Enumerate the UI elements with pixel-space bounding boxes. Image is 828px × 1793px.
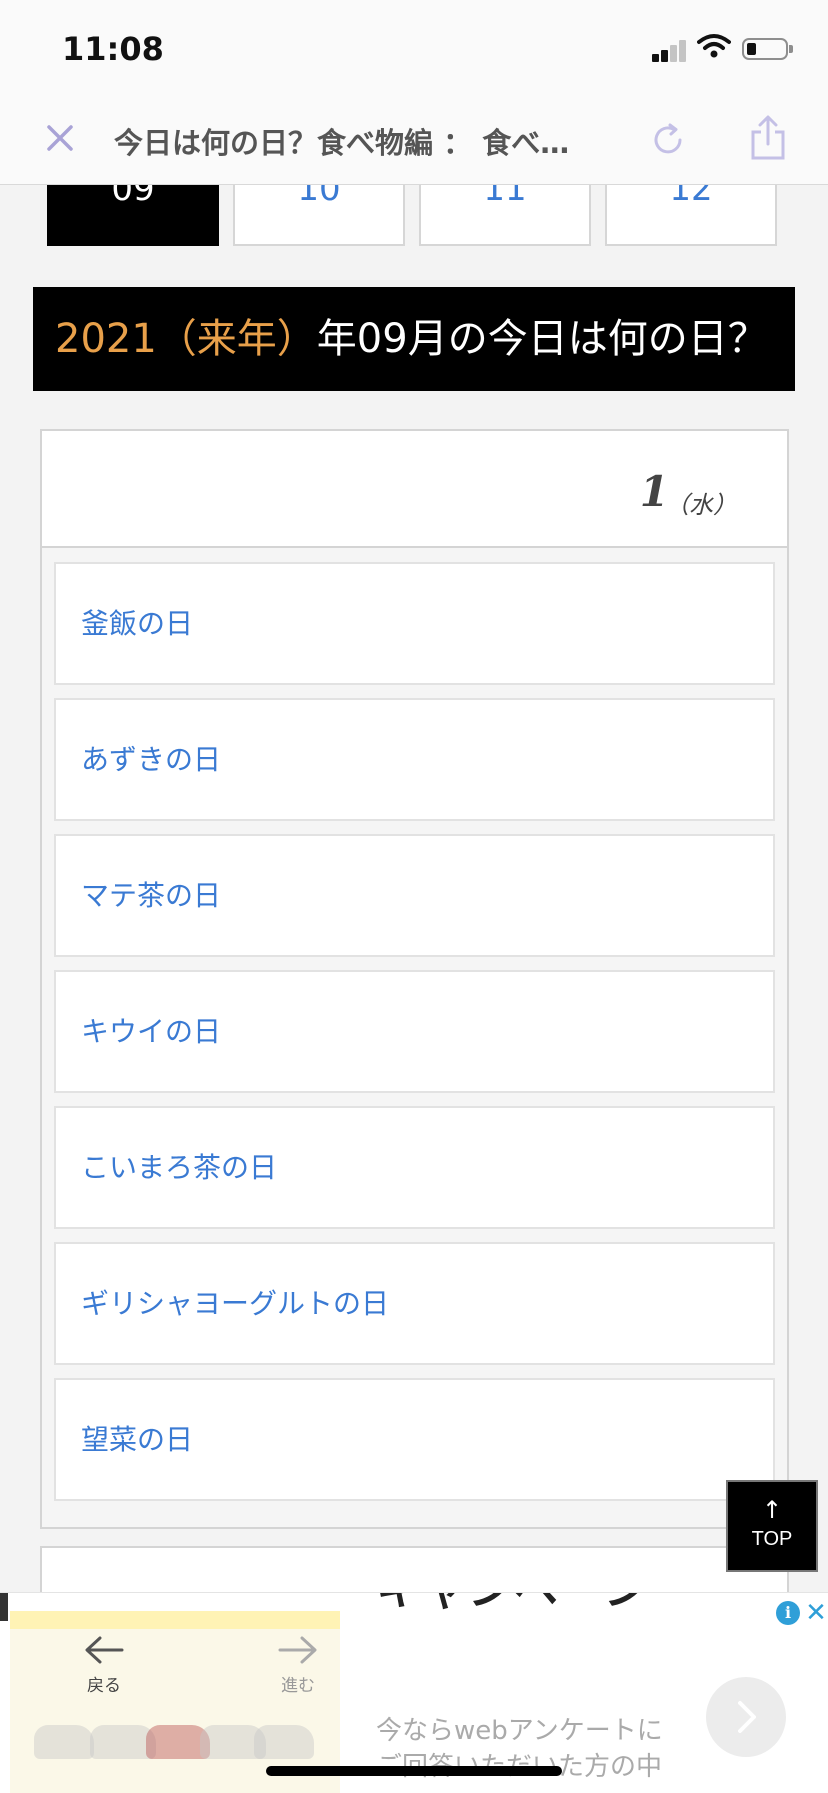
ad-close-icon[interactable]: ✕: [804, 1599, 828, 1627]
reload-icon[interactable]: [646, 118, 690, 162]
status-time: 11:08: [62, 30, 164, 68]
event-link[interactable]: マテ茶の日: [54, 834, 775, 957]
event-link[interactable]: 望菜の日: [54, 1378, 775, 1501]
event-link[interactable]: あずきの日: [54, 698, 775, 821]
forward-button[interactable]: 進む: [258, 1633, 338, 1696]
event-link[interactable]: ギリシャヨーグルトの日: [54, 1242, 775, 1365]
back-button[interactable]: 戻る: [64, 1633, 144, 1696]
ad-banner[interactable]: キャンペーン 今ならwebアンケートにご回答いただいた方の中 i ✕ 戻る 進む: [0, 1592, 828, 1793]
heading-text: 年09月の今日は何の日？: [316, 316, 768, 362]
wifi-icon: [697, 34, 731, 58]
back-to-top-button[interactable]: ↑ TOP: [726, 1480, 818, 1572]
day-weekday: （水）: [665, 491, 737, 519]
event-link[interactable]: 釜飯の日: [54, 562, 775, 685]
back-label: 戻る: [87, 1676, 121, 1696]
event-link[interactable]: キウイの日: [54, 970, 775, 1093]
forward-label: 進む: [281, 1676, 315, 1696]
event-link[interactable]: こいまろ茶の日: [54, 1106, 775, 1229]
cellular-signal-icon: [652, 38, 688, 62]
arrow-right-icon: [278, 1636, 317, 1664]
ad-headline: キャンペーン: [376, 1593, 650, 1617]
ad-info-icon[interactable]: i: [776, 1601, 800, 1625]
ad-edge: [0, 1593, 8, 1621]
ad-next-button[interactable]: [706, 1677, 786, 1757]
page-title: 今日は何の日？食べ物編 ： 食べ…: [114, 126, 570, 160]
arrow-left-icon: [85, 1636, 124, 1664]
browser-header: 11:08 今日は何の日？食べ物編 ： 食べ…: [0, 0, 828, 185]
heading-year: 2021（来年）: [55, 316, 317, 362]
up-arrow-icon: ↑: [761, 1496, 783, 1524]
month-heading: 2021（来年）年09月の今日は何の日？: [33, 287, 795, 391]
close-icon[interactable]: [40, 118, 80, 158]
home-indicator: [266, 1766, 562, 1776]
day-header: 1 （水）: [42, 431, 787, 548]
back-to-top-label: TOP: [751, 1528, 793, 1550]
battery-icon: [742, 38, 793, 60]
chevron-right-icon: [738, 1701, 756, 1733]
share-icon[interactable]: [748, 114, 788, 162]
day-card: 1 （水） 釜飯の日 あずきの日 マテ茶の日 キウイの日 こいまろ茶の日 ギリシ…: [40, 429, 789, 1529]
